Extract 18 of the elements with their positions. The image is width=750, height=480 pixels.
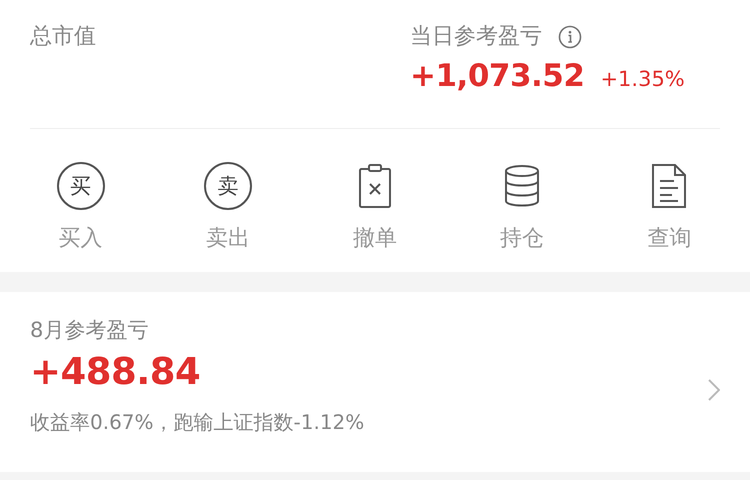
monthly-pl-title: 8月参考盈亏 <box>30 317 150 344</box>
action-button[interactable]: 撤单 <box>301 129 449 254</box>
database-icon <box>504 163 540 209</box>
action-button[interactable]: 卖 卖出 <box>154 129 302 254</box>
action-button[interactable]: 查询 <box>596 129 744 254</box>
return-summary: 收益率0.67%，跑输上证指数-1.12% <box>30 409 366 436</box>
clipboard-x-icon <box>358 163 392 209</box>
action-button[interactable]: 持仓 <box>448 129 596 254</box>
info-icon[interactable] <box>558 25 582 49</box>
daily-pl-value: +1,073.52 <box>410 58 584 94</box>
circle-char-icon: 卖 <box>204 162 252 210</box>
market-value-label: 总市值 <box>30 24 96 49</box>
action-button[interactable]: 买 买入 <box>7 129 154 254</box>
monthly-pl-value: +488.84 <box>30 349 202 395</box>
document-icon <box>651 163 688 209</box>
daily-pl-percent: +1.35% <box>600 67 685 91</box>
circle-char-icon: 买 <box>56 162 105 210</box>
daily-pl-label: 当日参考盈亏 <box>410 23 542 51</box>
